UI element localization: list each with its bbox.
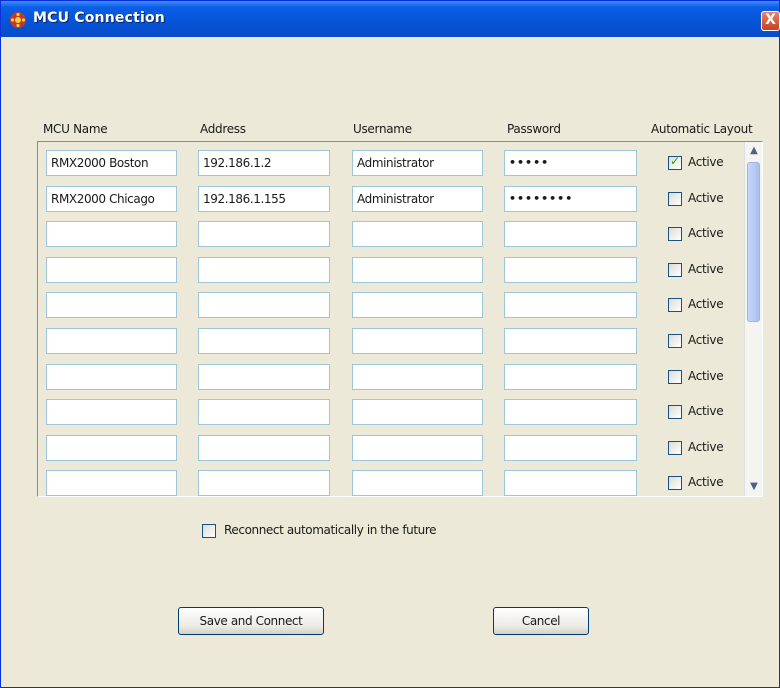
active-label[interactable]: Active — [688, 440, 724, 454]
username-field[interactable] — [352, 470, 483, 496]
scroll-down-icon[interactable]: ▼ — [746, 479, 762, 495]
address-field[interactable] — [198, 364, 330, 390]
active-checkbox[interactable] — [668, 334, 682, 348]
mcu-name-field[interactable] — [46, 364, 177, 390]
reconnect-label[interactable]: Reconnect automatically in the future — [224, 523, 437, 537]
password-field[interactable] — [504, 435, 637, 461]
vertical-scrollbar[interactable]: ▲ ▼ — [744, 142, 762, 496]
scroll-up-icon[interactable]: ▲ — [746, 143, 762, 159]
checkmark-icon: ✓ — [670, 154, 681, 168]
table-row: Active — [38, 221, 743, 249]
mcu-name-field[interactable]: RMX2000 Boston — [46, 150, 177, 176]
cancel-button[interactable]: Cancel — [493, 607, 589, 635]
active-checkbox[interactable] — [668, 263, 682, 277]
mcu-name-field[interactable] — [46, 470, 177, 496]
password-field[interactable] — [504, 328, 637, 354]
password-field[interactable] — [504, 221, 637, 247]
username-field[interactable] — [352, 399, 483, 425]
column-header-password: Password — [507, 122, 561, 136]
column-header-username: Username — [353, 122, 412, 136]
username-field[interactable] — [352, 435, 483, 461]
address-field[interactable]: 192.186.1.2 — [198, 150, 330, 176]
table-row: Active — [38, 435, 743, 463]
active-label[interactable]: Active — [688, 226, 724, 240]
column-header-address: Address — [200, 122, 246, 136]
save-and-connect-button[interactable]: Save and Connect — [178, 607, 324, 635]
active-checkbox[interactable] — [668, 192, 682, 206]
table-row: Active — [38, 399, 743, 427]
username-field[interactable] — [352, 221, 483, 247]
username-field[interactable] — [352, 292, 483, 318]
table-row: Active — [38, 470, 743, 496]
mcu-name-field[interactable] — [46, 435, 177, 461]
active-checkbox[interactable] — [668, 227, 682, 241]
address-field[interactable] — [198, 470, 330, 496]
close-button[interactable]: X — [761, 11, 780, 31]
close-icon: X — [765, 12, 776, 28]
password-field[interactable] — [504, 470, 637, 496]
active-label[interactable]: Active — [688, 475, 724, 489]
mcu-table: ▲ ▼ RMX2000 Boston 192.186.1.2 Administrat… — [37, 141, 763, 497]
column-header-automatic-layout: Automatic Layout — [651, 122, 753, 136]
active-label[interactable]: Active — [688, 191, 724, 205]
active-label[interactable]: Active — [688, 297, 724, 311]
address-field[interactable] — [198, 328, 330, 354]
address-field[interactable] — [198, 435, 330, 461]
username-field[interactable] — [352, 328, 483, 354]
username-field[interactable] — [352, 257, 483, 283]
app-logo-icon — [10, 12, 26, 28]
password-field[interactable] — [504, 364, 637, 390]
active-label[interactable]: Active — [688, 262, 724, 276]
column-header-mcu-name: MCU Name — [43, 122, 108, 136]
active-checkbox[interactable] — [668, 476, 682, 490]
active-checkbox[interactable] — [668, 298, 682, 312]
password-field[interactable] — [504, 257, 637, 283]
username-field[interactable] — [352, 364, 483, 390]
mcu-name-field[interactable] — [46, 221, 177, 247]
window-title: MCU Connection — [33, 10, 165, 26]
address-field[interactable] — [198, 221, 330, 247]
mcu-name-field[interactable] — [46, 399, 177, 425]
active-checkbox[interactable] — [668, 405, 682, 419]
table-row: RMX2000 Chicago 192.186.1.155 Administrato… — [38, 186, 743, 214]
mcu-name-field[interactable] — [46, 292, 177, 318]
table-row: Active — [38, 328, 743, 356]
active-label[interactable]: Active — [688, 369, 724, 383]
active-checkbox[interactable]: ✓ — [668, 154, 682, 170]
table-row: RMX2000 Boston 192.186.1.2 Administrator ••… — [38, 150, 743, 178]
active-label[interactable]: Active — [688, 155, 724, 169]
table-row: Active — [38, 257, 743, 285]
mcu-name-field[interactable]: RMX2000 Chicago — [46, 186, 177, 212]
password-field[interactable] — [504, 399, 637, 425]
active-checkbox[interactable] — [668, 441, 682, 455]
mcu-name-field[interactable] — [46, 328, 177, 354]
username-field[interactable]: Administrator — [352, 150, 483, 176]
title-bar[interactable]: MCU Connection X — [1, 1, 780, 37]
active-label[interactable]: Active — [688, 404, 724, 418]
address-field[interactable]: 192.186.1.155 — [198, 186, 330, 212]
username-field[interactable]: Administrator — [352, 186, 483, 212]
table-row: Active — [38, 364, 743, 392]
scroll-thumb[interactable] — [747, 162, 760, 322]
table-row: Active — [38, 292, 743, 320]
active-label[interactable]: Active — [688, 333, 724, 347]
address-field[interactable] — [198, 257, 330, 283]
active-checkbox[interactable] — [668, 370, 682, 384]
reconnect-checkbox[interactable] — [202, 524, 216, 538]
password-field[interactable]: ••••• — [504, 150, 637, 176]
mcu-connection-dialog: MCU Connection X MCU Name Address Userna… — [0, 0, 780, 688]
address-field[interactable] — [198, 399, 330, 425]
mcu-name-field[interactable] — [46, 257, 177, 283]
address-field[interactable] — [198, 292, 330, 318]
password-field[interactable] — [504, 292, 637, 318]
password-field[interactable]: •••••••• — [504, 186, 637, 212]
